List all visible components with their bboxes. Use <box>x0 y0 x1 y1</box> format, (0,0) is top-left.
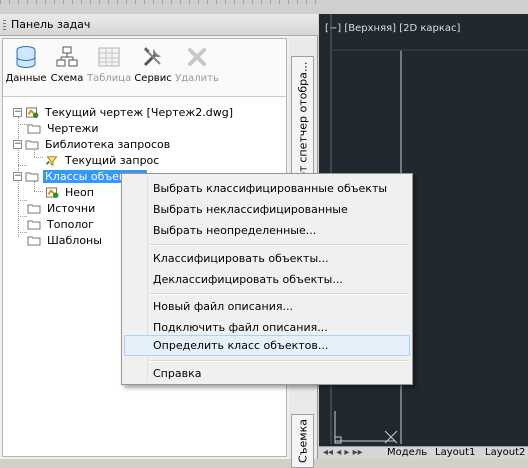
table-icon <box>95 43 123 71</box>
table-label: Таблица <box>87 73 132 84</box>
tree-item-current-query[interactable]: Текущий запрос <box>45 152 161 168</box>
menu-separator <box>150 293 408 295</box>
menu-item-help[interactable]: Справка <box>124 363 410 384</box>
tree-connector <box>18 216 27 217</box>
task-pane-toolbar: Данные Схема Таблица Сервис Удалить <box>3 39 286 97</box>
tree-label: Чертежи <box>47 121 99 135</box>
tree-label: Источни <box>47 201 96 215</box>
tree-connector <box>18 200 27 201</box>
delete-label: Удалить <box>175 73 219 84</box>
grip-icon[interactable] <box>3 20 6 30</box>
menu-item-define-object-class[interactable]: Определить класс объектов... <box>124 335 410 356</box>
tab-layout2[interactable]: Layout2 <box>485 447 525 458</box>
tree-label: Текущий чертеж [Чертеж2.dwg] <box>45 105 234 119</box>
delete-button[interactable]: Удалить <box>175 43 219 84</box>
tree-connector <box>34 157 43 158</box>
folder-icon <box>25 172 39 181</box>
task-pane-titlebar[interactable]: Панель задач <box>0 14 318 36</box>
tree-item-current-drawing[interactable]: − Текущий чертеж [Чертеж2.dwg] <box>13 104 235 120</box>
menu-item-declassify[interactable]: Деклассифицировать объекты... <box>124 269 410 290</box>
layout-nav-arrows[interactable]: ◂◂ ◂ ▸ ▸▸ <box>323 447 363 458</box>
folder-icon <box>27 220 41 229</box>
schema-label: Схема <box>50 73 84 84</box>
tools-icon <box>139 43 167 71</box>
tab-label: Диспетчер отобра... <box>296 61 309 179</box>
tree-item-query-library[interactable]: − Библиотека запросов <box>13 136 172 152</box>
menu-item-select-undefined[interactable]: Выбрать неопределенные... <box>124 220 410 241</box>
tab-layout1[interactable]: Layout1 <box>435 447 475 458</box>
layout-tabs-bar: ◂◂ ◂ ▸ ▸▸ Модель Layout1 Layout2 <box>319 446 528 459</box>
tree-label: Текущий запрос <box>65 153 160 167</box>
collapse-icon[interactable]: − <box>13 171 22 181</box>
folder-icon <box>27 236 41 245</box>
ucs-icon <box>334 411 398 444</box>
tree-label: Шаблоны <box>47 233 102 247</box>
schema-button[interactable]: Схема <box>47 43 87 84</box>
table-button[interactable]: Таблица <box>87 43 131 84</box>
context-menu: Выбрать классифицированные объекты Выбра… <box>121 173 413 385</box>
tree-connector <box>18 165 27 166</box>
object-class-icon <box>46 186 59 198</box>
collapse-icon[interactable]: − <box>13 139 22 149</box>
menu-item-select-classified[interactable]: Выбрать классифицированные объекты <box>124 178 410 199</box>
tree-label: Неоп <box>65 185 94 199</box>
menu-separator <box>150 244 408 246</box>
tree-label: Тополог <box>47 217 94 231</box>
top-strip <box>0 0 528 14</box>
tree-item-templates[interactable]: Шаблоны <box>27 232 104 248</box>
schema-icon <box>53 43 81 71</box>
tree-connector <box>34 191 43 192</box>
folder-icon <box>25 140 39 149</box>
delete-icon <box>183 43 211 71</box>
menu-item-select-unclassified[interactable]: Выбрать неклассифицированные <box>124 199 410 220</box>
tab-label: Съемка <box>296 419 309 463</box>
folder-icon <box>27 204 41 213</box>
tree-item-drawings[interactable]: Чертежи <box>27 120 101 136</box>
tab-survey[interactable]: Съемка <box>291 414 314 468</box>
data-label: Данные <box>5 73 47 84</box>
menu-item-classify[interactable]: Классифицировать объекты... <box>124 248 410 269</box>
service-label: Сервис <box>134 73 172 84</box>
query-icon <box>45 155 58 166</box>
tree-item-sources[interactable]: Источни <box>27 200 97 216</box>
collapse-icon[interactable]: − <box>13 107 22 117</box>
task-pane-title: Панель задач <box>11 18 91 31</box>
tab-model[interactable]: Модель <box>387 447 427 458</box>
service-button[interactable]: Сервис <box>131 43 175 84</box>
menu-separator <box>150 360 408 362</box>
tree-connector <box>18 124 27 125</box>
database-icon <box>12 43 40 71</box>
strip-dots <box>0 0 318 4</box>
tree-label: Библиотека запросов <box>45 137 171 151</box>
folder-icon <box>27 124 41 133</box>
menu-item-new-definition-file[interactable]: Новый файл описания... <box>124 296 410 317</box>
tree-item-topology[interactable]: Тополог <box>27 216 96 232</box>
tree-connector <box>18 232 27 233</box>
tree-item-undefined[interactable]: Неоп <box>45 184 96 200</box>
data-button[interactable]: Данные <box>5 43 47 84</box>
drawing-icon <box>26 106 39 118</box>
